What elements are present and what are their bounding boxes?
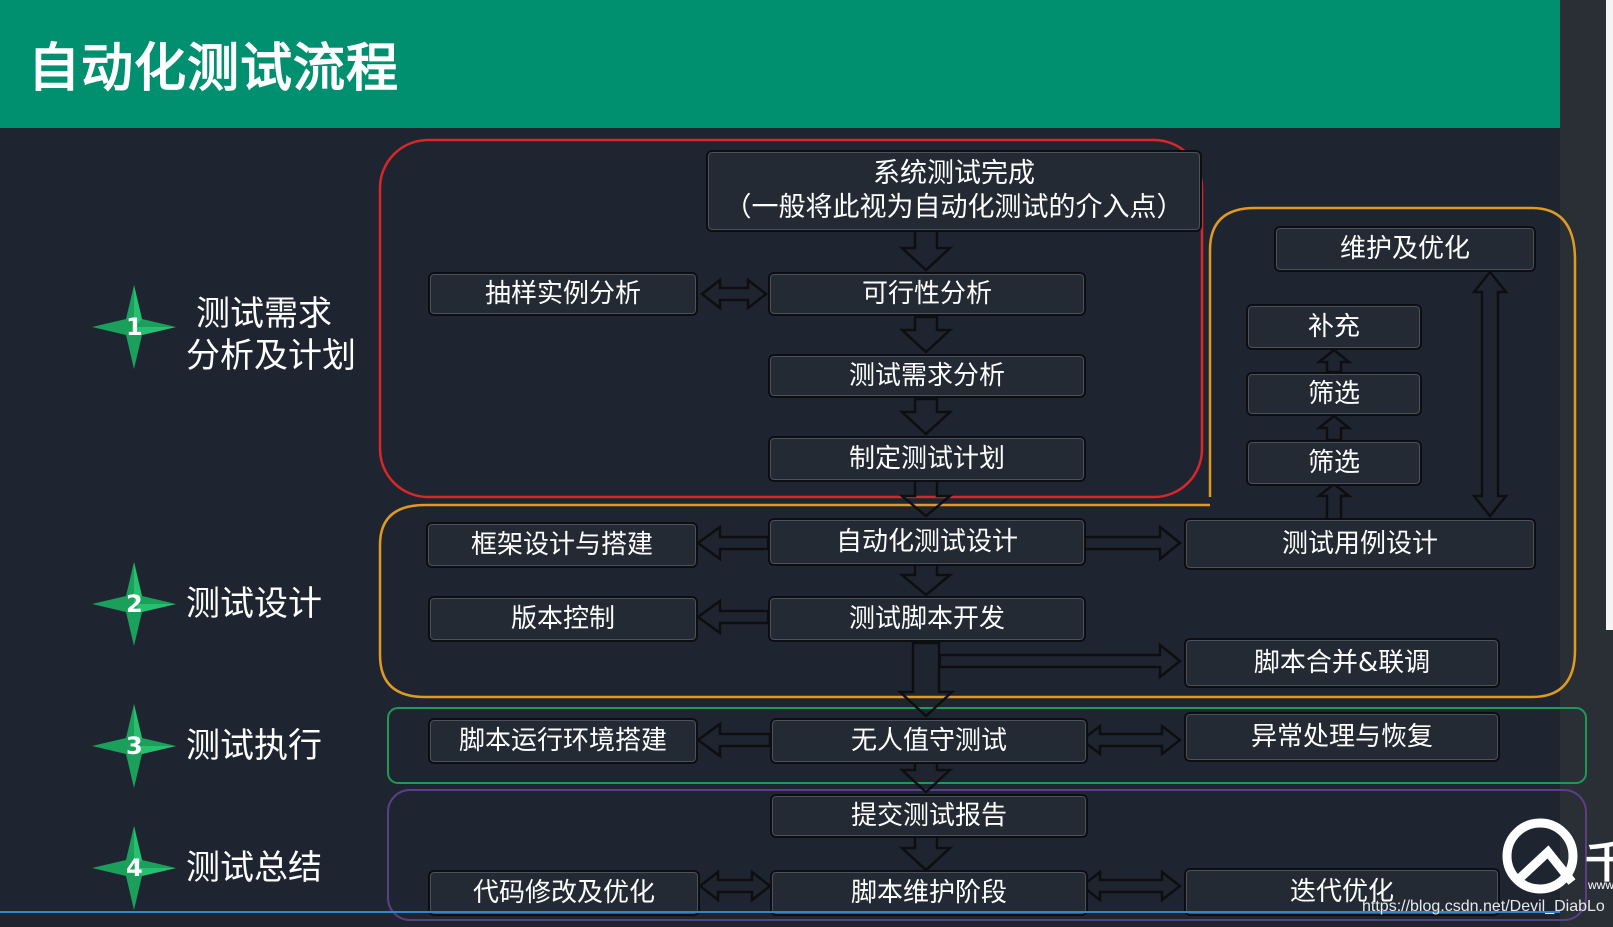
node-maintenance-phase: 脚本维护阶段 bbox=[770, 870, 1088, 916]
node-framework: 框架设计与搭建 bbox=[426, 522, 698, 568]
node-filter-2: 筛选 bbox=[1246, 440, 1422, 486]
node-exception: 异常处理与恢复 bbox=[1184, 712, 1500, 762]
stage-3-label: 测试执行 bbox=[186, 726, 322, 766]
stage-1-number: 1 bbox=[126, 313, 143, 341]
stage-2-label: 测试设计 bbox=[186, 584, 322, 624]
node-unattended: 无人值守测试 bbox=[770, 718, 1088, 764]
node-maintain-optimize: 维护及优化 bbox=[1274, 226, 1536, 272]
node-script-dev: 测试脚本开发 bbox=[768, 596, 1086, 642]
watermark-text: https://blog.csdn.net/Devil_DiabLo bbox=[1362, 898, 1605, 915]
stage-1-label-line2: 分析及计划 bbox=[186, 336, 356, 376]
brand-logo-icon bbox=[1502, 818, 1578, 894]
stage-1-label-line1: 测试需求 bbox=[196, 294, 332, 334]
stage-3-number: 3 bbox=[126, 732, 143, 760]
node-system-test-done: 系统测试完成 （一般将此视为自动化测试的介入点） bbox=[706, 150, 1202, 232]
node-version-control: 版本控制 bbox=[428, 596, 698, 642]
node-feasibility: 可行性分析 bbox=[768, 272, 1086, 316]
stage-4-number: 4 bbox=[126, 854, 143, 882]
node-auto-design: 自动化测试设计 bbox=[768, 518, 1086, 566]
node-system-test-done-note: （一般将此视为自动化测试的介入点） bbox=[724, 192, 1184, 223]
node-sample-analysis: 抽样实例分析 bbox=[428, 272, 698, 316]
node-report: 提交测试报告 bbox=[770, 794, 1088, 838]
node-test-plan: 制定测试计划 bbox=[768, 436, 1086, 482]
stage-2-number: 2 bbox=[126, 590, 143, 618]
node-filter-1: 筛选 bbox=[1246, 372, 1422, 416]
node-script-merge: 脚本合并&联调 bbox=[1184, 638, 1500, 688]
stage-4-label: 测试总结 bbox=[186, 848, 322, 888]
node-testcase-design: 测试用例设计 bbox=[1184, 518, 1536, 570]
brand-logo-url: www bbox=[1588, 878, 1613, 892]
node-env-setup: 脚本运行环境搭建 bbox=[428, 718, 698, 764]
node-code-fix: 代码修改及优化 bbox=[428, 870, 700, 916]
node-supplement: 补充 bbox=[1246, 304, 1422, 350]
node-requirement-analysis: 测试需求分析 bbox=[768, 354, 1086, 398]
node-system-test-done-title: 系统测试完成 bbox=[873, 158, 1035, 189]
bottom-accent-line bbox=[0, 911, 1560, 913]
